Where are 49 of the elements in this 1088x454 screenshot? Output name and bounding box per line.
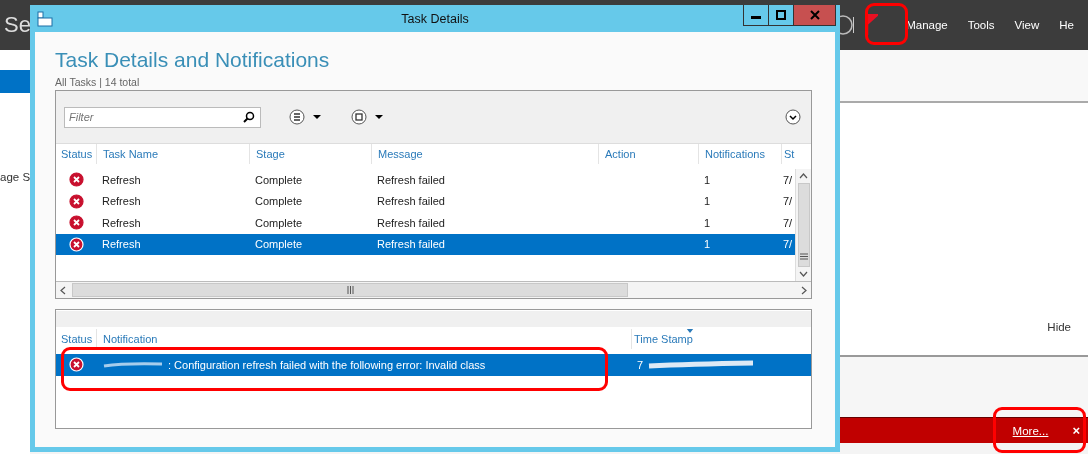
- close-button[interactable]: ×: [1072, 423, 1080, 438]
- table-cell-text: 1: [703, 195, 712, 208]
- filter-field[interactable]: Filter: [64, 106, 261, 128]
- table-cell-text: Refresh failed: [376, 216, 446, 229]
- table-cell-text: 7/: [782, 195, 793, 208]
- task-row[interactable]: Refresh Complete Refresh failed 1 7/: [56, 212, 795, 234]
- column-header[interactable]: Notifications: [698, 144, 781, 164]
- table-cell-text: 7/: [782, 173, 793, 186]
- app-title: Se: [4, 12, 31, 38]
- task-row[interactable]: Refresh Complete Refresh failed 1 7/: [56, 190, 795, 212]
- task-row[interactable]: Refresh Complete Refresh failed 1 7/: [56, 233, 795, 255]
- table-cell-text: 1: [703, 216, 712, 229]
- table-cell-text: Refresh: [101, 238, 142, 251]
- subtitle: All Tasks | 14 total: [55, 76, 141, 88]
- table-cell-text: 1: [703, 238, 712, 251]
- table-cell-text: Refresh: [101, 173, 142, 186]
- column-header[interactable]: Message: [371, 144, 598, 164]
- column-header[interactable]: Action: [598, 144, 698, 164]
- timestamp-text: 7: [637, 358, 644, 371]
- column-header[interactable]: Stage: [249, 144, 371, 164]
- table-cell-text: Complete: [254, 238, 304, 251]
- table-cell-text: 7/: [782, 216, 793, 229]
- menu-item[interactable]: View: [1014, 19, 1040, 31]
- sidebar-item[interactable]: age S: [0, 171, 30, 183]
- task-row[interactable]: Refresh Complete Refresh failed 1 7/: [56, 169, 795, 191]
- heading: Task Details and Notifications: [55, 48, 331, 72]
- more-link[interactable]: More...: [1012, 424, 1049, 437]
- column-header[interactable]: Notification: [96, 329, 631, 349]
- notification-text: : Configuration refresh failed with the following error: Invalid class: [168, 358, 486, 371]
- table-cell-text: Refresh failed: [376, 238, 446, 251]
- hide-link[interactable]: Hide: [1047, 321, 1071, 333]
- table-cell-text: Complete: [254, 195, 304, 208]
- column-header[interactable]: Status: [56, 329, 96, 349]
- column-header[interactable]: Status: [56, 144, 96, 164]
- menu-item[interactable]: Tools: [967, 19, 995, 31]
- table-cell-text: Refresh failed: [376, 195, 446, 208]
- column-header[interactable]: Task Name: [96, 144, 249, 164]
- menu-item[interactable]: He: [1059, 19, 1074, 31]
- notification-row[interactable]: : Configuration refresh failed with the following error: Invalid class 7: [56, 354, 811, 376]
- table-cell-text: Complete: [254, 173, 304, 186]
- table-cell-text: 7/: [782, 238, 793, 251]
- column-header[interactable]: St: [781, 144, 797, 164]
- table-cell-text: 1: [703, 173, 712, 186]
- table-cell-text: Refresh: [101, 195, 142, 208]
- table-cell-text: Complete: [254, 216, 304, 229]
- table-cell-text: Refresh failed: [376, 173, 446, 186]
- table-cell-text: Refresh: [101, 216, 142, 229]
- window-title: Task Details: [400, 11, 470, 26]
- column-header[interactable]: Time Stamp: [631, 329, 731, 349]
